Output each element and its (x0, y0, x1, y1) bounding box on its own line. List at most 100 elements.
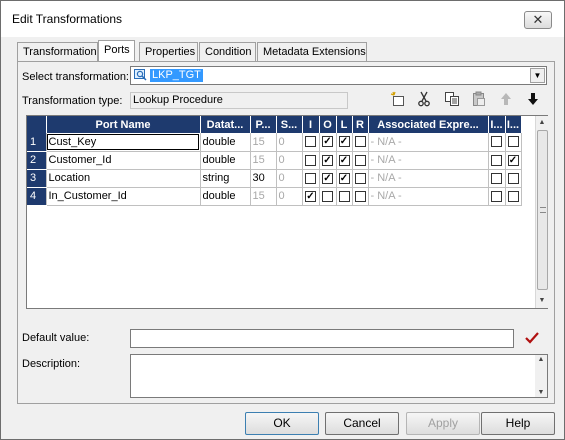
col-ignore-1[interactable]: I... (488, 116, 506, 133)
cut-icon[interactable] (416, 91, 432, 107)
col-ignore-2[interactable]: I... (505, 116, 522, 133)
grid-scrollbar[interactable]: ▲ ▼ (535, 116, 548, 308)
move-down-icon[interactable] (525, 91, 541, 107)
copy-icon[interactable] (444, 91, 460, 107)
table-row[interactable]: 4 In_Customer_Id double 15 0 ✓ - N/A - (27, 187, 522, 206)
ignore-1-checkbox[interactable] (491, 136, 502, 148)
associated-expression-cell[interactable]: - N/A - (368, 151, 489, 170)
datatype-cell[interactable]: double (200, 187, 251, 206)
return-checkbox[interactable] (354, 136, 366, 148)
input-checkbox[interactable]: ✓ (305, 190, 316, 202)
scale-cell[interactable]: 0 (276, 169, 303, 188)
apply-button[interactable]: Apply (406, 412, 480, 435)
ignore-2-checkbox[interactable] (507, 136, 519, 148)
move-up-icon[interactable] (498, 91, 514, 107)
associated-expression-cell[interactable]: - N/A - (368, 133, 489, 152)
col-datatype[interactable]: Datat... (200, 116, 251, 133)
col-port-name[interactable]: Port Name (46, 116, 201, 133)
row-number[interactable]: 3 (27, 169, 47, 188)
scroll-down-icon[interactable]: ▼ (535, 389, 547, 396)
ignore-1-cell (488, 151, 506, 170)
table-row[interactable]: 2 Customer_Id double 15 0 ✓ ✓ - N/A - ✓ (27, 151, 522, 170)
default-value-field[interactable] (130, 329, 514, 348)
ok-button[interactable]: OK (245, 412, 319, 435)
tab-transformation[interactable]: Transformation (17, 42, 98, 61)
paste-icon[interactable] (471, 91, 487, 107)
precision-cell[interactable]: 15 (250, 151, 277, 170)
port-name-cell[interactable]: In_Customer_Id (46, 187, 201, 206)
output-checkbox[interactable]: ✓ (322, 172, 333, 184)
input-checkbox[interactable] (305, 154, 316, 166)
empty-cell (250, 259, 277, 278)
close-button[interactable]: ✕ (524, 11, 552, 29)
return-checkbox[interactable] (354, 154, 366, 166)
help-button[interactable]: Help (481, 412, 555, 435)
col-scale[interactable]: S... (276, 116, 303, 133)
precision-cell[interactable]: 15 (250, 133, 277, 152)
associated-expression-cell[interactable]: - N/A - (368, 169, 489, 188)
ignore-1-checkbox[interactable] (491, 172, 502, 184)
port-name-cell[interactable]: Customer_Id (46, 151, 201, 170)
description-scrollbar[interactable]: ▲ ▼ (535, 355, 547, 397)
validate-check-icon[interactable] (524, 330, 540, 346)
scroll-down-icon[interactable]: ▼ (536, 294, 548, 308)
edit-transformations-dialog: Edit Transformations ✕ Transformation Po… (0, 0, 565, 440)
lookup-checkbox[interactable]: ✓ (338, 172, 350, 184)
output-checkbox[interactable] (322, 190, 333, 202)
ignore-1-checkbox[interactable] (491, 154, 502, 166)
scale-cell[interactable]: 0 (276, 187, 303, 206)
tab-condition[interactable]: Condition (199, 42, 256, 61)
return-checkbox[interactable] (354, 190, 366, 202)
lookup-checkbox[interactable]: ✓ (338, 136, 350, 148)
tab-metadata-extensions[interactable]: Metadata Extensions (257, 42, 367, 61)
col-associated-expression[interactable]: Associated Expre... (368, 116, 489, 133)
new-port-icon[interactable] (390, 91, 406, 107)
ignore-2-checkbox[interactable] (507, 190, 519, 202)
empty-cell (368, 295, 489, 308)
input-checkbox[interactable] (305, 136, 316, 148)
scroll-up-icon[interactable]: ▲ (535, 356, 547, 363)
chevron-down-icon[interactable]: ▼ (530, 68, 545, 83)
return-checkbox[interactable] (354, 172, 366, 184)
precision-cell[interactable]: 15 (250, 187, 277, 206)
empty-cell (302, 205, 320, 224)
scroll-up-icon[interactable]: ▲ (536, 116, 548, 130)
datatype-cell[interactable]: double (200, 133, 251, 152)
ignore-1-checkbox[interactable] (491, 190, 502, 202)
empty-row (27, 205, 522, 224)
table-row[interactable]: 3 Location string 30 0 ✓ ✓ - N/A - (27, 169, 522, 188)
scale-cell[interactable]: 0 (276, 151, 303, 170)
empty-cell (488, 277, 506, 296)
tab-ports[interactable]: Ports (98, 40, 135, 61)
col-precision[interactable]: P... (250, 116, 277, 133)
col-input[interactable]: I (302, 116, 320, 133)
row-number[interactable]: 2 (27, 151, 47, 170)
ignore-2-checkbox[interactable] (507, 172, 519, 184)
port-name-cell[interactable]: Cust_Key (46, 133, 201, 152)
cancel-button[interactable]: Cancel (325, 412, 399, 435)
row-number[interactable]: 1 (27, 133, 47, 152)
col-lookup[interactable]: L (336, 116, 353, 133)
table-row[interactable]: 1 Cust_Key double 15 0 ✓ ✓ - N/A - (27, 133, 522, 152)
datatype-cell[interactable]: double (200, 151, 251, 170)
select-transformation-dropdown[interactable]: LKP_TGT ▼ (130, 66, 547, 85)
output-checkbox[interactable]: ✓ (322, 136, 333, 148)
col-output[interactable]: O (319, 116, 337, 133)
empty-cell (302, 259, 320, 278)
col-return[interactable]: R (352, 116, 369, 133)
output-checkbox[interactable]: ✓ (322, 154, 333, 166)
scale-cell[interactable]: 0 (276, 133, 303, 152)
associated-expression-cell[interactable]: - N/A - (368, 187, 489, 206)
datatype-cell[interactable]: string (200, 169, 251, 188)
tab-properties[interactable]: Properties (139, 42, 198, 61)
description-field[interactable]: ▲ ▼ (130, 354, 548, 398)
lookup-checkbox[interactable] (338, 190, 350, 202)
precision-cell[interactable]: 30 (250, 169, 277, 188)
ignore-2-checkbox[interactable]: ✓ (507, 154, 519, 166)
port-name-cell[interactable]: Location (46, 169, 201, 188)
lookup-checkbox[interactable]: ✓ (338, 154, 350, 166)
input-checkbox[interactable] (305, 172, 316, 184)
row-number[interactable]: 4 (27, 187, 47, 206)
empty-cell (276, 259, 303, 278)
scroll-thumb[interactable] (537, 130, 548, 290)
